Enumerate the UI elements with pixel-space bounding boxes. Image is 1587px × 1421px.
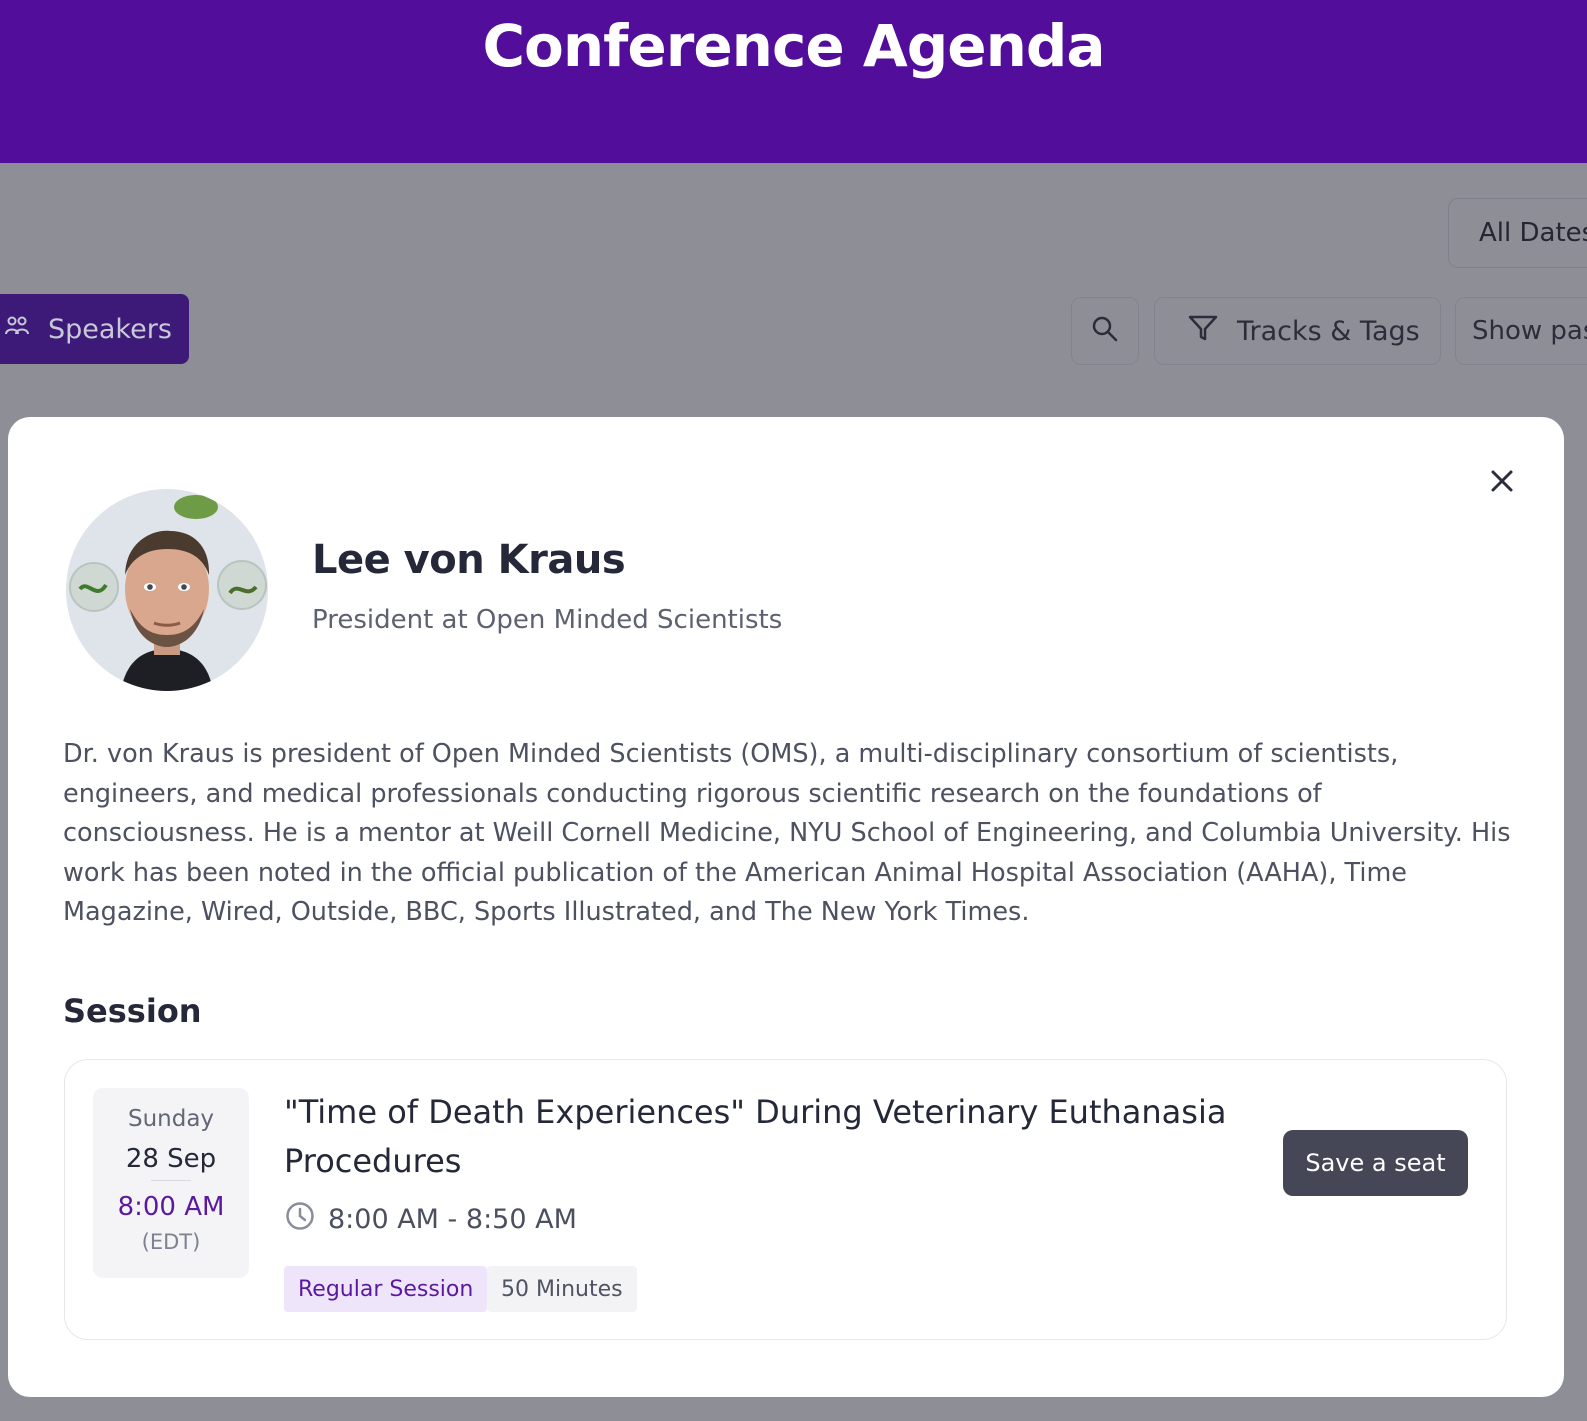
speaker-role: President at Open Minded Scientists — [312, 605, 783, 635]
speakers-tab[interactable]: Speakers — [0, 294, 189, 364]
people-icon — [4, 312, 32, 347]
save-seat-button[interactable]: Save a seat — [1283, 1130, 1468, 1196]
session-date-box: Sunday 28 Sep 8:00 AM (EDT) — [93, 1088, 249, 1278]
session-card[interactable]: Sunday 28 Sep 8:00 AM (EDT) "Time of Dea… — [64, 1059, 1507, 1340]
filter-icon — [1187, 312, 1219, 351]
session-date: 28 Sep — [125, 1144, 217, 1174]
show-past-label: Show past — [1472, 316, 1587, 346]
tracks-tags-label: Tracks & Tags — [1237, 315, 1420, 347]
date-divider — [151, 1180, 191, 1181]
clock-icon — [284, 1200, 316, 1239]
search-icon — [1090, 314, 1120, 348]
all-dates-dropdown[interactable]: All Dates — [1448, 198, 1587, 268]
page-header: Conference Agenda — [0, 0, 1587, 163]
page-title: Conference Agenda — [482, 12, 1105, 80]
session-time-row: 8:00 AM - 8:50 AM — [284, 1200, 577, 1239]
close-icon — [1489, 468, 1515, 498]
speaker-bio: Dr. von Kraus is president of Open Minde… — [63, 739, 1511, 927]
session-start-time: 8:00 AM — [117, 1192, 225, 1222]
session-day: Sunday — [127, 1106, 215, 1132]
show-past-toggle[interactable]: Show past — [1455, 297, 1587, 365]
search-button[interactable] — [1071, 297, 1139, 365]
close-button[interactable] — [1486, 467, 1518, 499]
speaker-name: Lee von Kraus — [312, 537, 626, 583]
speakers-label: Speakers — [48, 313, 172, 345]
tracks-tags-button[interactable]: Tracks & Tags — [1154, 297, 1441, 365]
session-title[interactable]: "Time of Death Experiences" During Veter… — [284, 1088, 1264, 1186]
speaker-avatar — [66, 489, 268, 691]
session-duration-tag: 50 Minutes — [487, 1266, 637, 1312]
session-type-tag[interactable]: Regular Session — [284, 1266, 488, 1312]
all-dates-label: All Dates — [1479, 218, 1587, 248]
speaker-modal: Lee von Kraus President at Open Minded S… — [8, 417, 1564, 1397]
session-timezone: (EDT) — [141, 1230, 201, 1254]
session-heading: Session — [63, 992, 202, 1030]
session-time-range: 8:00 AM - 8:50 AM — [328, 1204, 577, 1235]
